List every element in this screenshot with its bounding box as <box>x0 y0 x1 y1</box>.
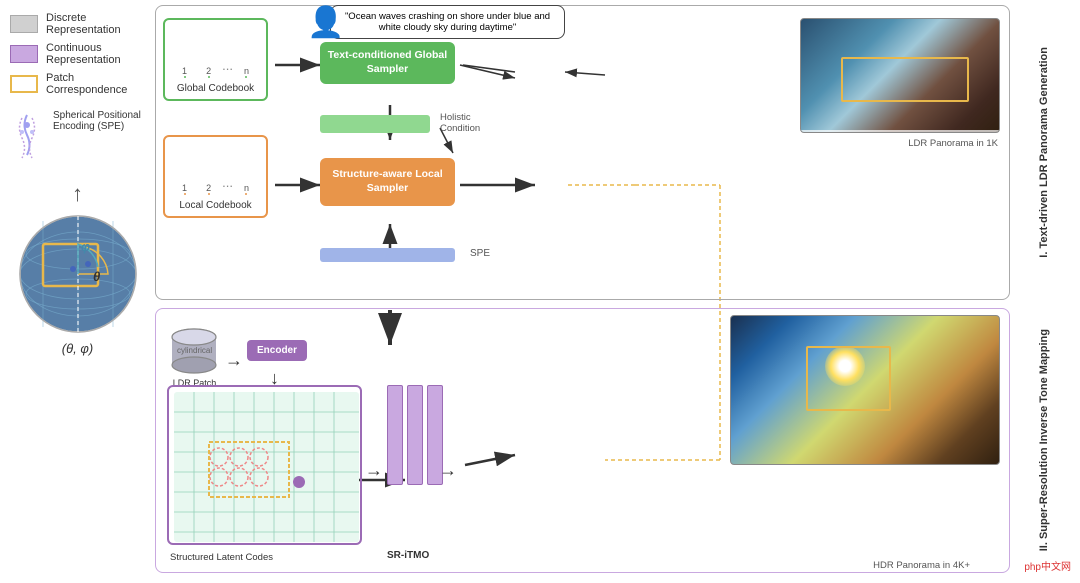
svg-text:cylindrical: cylindrical <box>177 346 212 355</box>
ldr-panorama-label: LDR Panorama in 1K <box>908 138 998 149</box>
legend-discrete: Discrete Representation <box>10 12 145 36</box>
latent-to-sritmo-arrow: → <box>365 460 383 481</box>
dots-green: ... <box>222 58 233 78</box>
bar1-green <box>184 76 186 78</box>
dots-orange: ... <box>222 175 233 195</box>
sritmo-bar-2 <box>407 385 423 485</box>
local-sampler-label: Structure-aware Local Sampler <box>320 168 455 195</box>
bar2-label: 2 <box>206 66 211 76</box>
spe-wave-icon <box>10 110 45 160</box>
sritmo-label: SR-iTMO <box>387 550 429 561</box>
obarn-wrapper: n <box>236 183 257 195</box>
legend-panel: Discrete Representation Continuous Repre… <box>0 0 155 583</box>
ldr-panorama-sublabel <box>801 130 999 132</box>
holistic-label: Holistic Condition <box>440 112 480 134</box>
local-sampler-box: Structure-aware Local Sampler <box>320 158 455 206</box>
ldr-panorama <box>800 18 1000 133</box>
diagram-area: I. Text-driven LDR Panorama Generation 1… <box>155 0 1080 583</box>
discrete-label: Discrete Representation <box>46 12 121 36</box>
speech-bubble: "Ocean waves crashing on shore under blu… <box>330 5 565 39</box>
encoder-box: Encoder <box>247 340 307 361</box>
barn-label: n <box>244 66 249 76</box>
obar1 <box>184 193 186 195</box>
globe-svg: θ φ <box>13 209 143 339</box>
sritmo-bar-1 <box>387 385 403 485</box>
continuous-box <box>10 45 38 63</box>
sritmo-to-hdr-arrow: → <box>439 460 457 481</box>
obarn <box>245 193 247 195</box>
structured-latent-label: Structured Latent Codes <box>170 552 273 563</box>
holistic-bar <box>320 115 430 133</box>
obar2 <box>208 193 210 195</box>
codebook-bars-green: 1 2 ... n <box>170 25 261 80</box>
bar2-wrapper: 2 <box>198 66 219 78</box>
legend-patch: Patch Correspondence <box>10 72 145 96</box>
text-sampler-box: Text-conditioned Global Sampler <box>320 42 455 84</box>
speech-bubble-text: "Ocean waves crashing on shore under blu… <box>345 11 550 33</box>
obar1-label: 1 <box>182 183 187 193</box>
spe-bar <box>320 248 455 262</box>
bar1-wrapper: 1 <box>174 66 195 78</box>
bar2-green <box>208 76 210 78</box>
local-codebook: 1 2 ... n Local Codebook <box>163 135 268 218</box>
person-icon: 👤 <box>307 5 344 40</box>
text-sampler-label: Text-conditioned Global Sampler <box>320 49 455 76</box>
patch-label: Patch Correspondence <box>46 72 127 96</box>
encoder-label: Encoder <box>257 345 297 356</box>
obar2-label: 2 <box>206 183 211 193</box>
spe-label-main: SPE <box>470 248 490 259</box>
legend-continuous: Continuous Representation <box>10 42 145 66</box>
patch-box <box>10 75 38 93</box>
barn-green <box>245 76 247 78</box>
globe-section: ↑ <box>10 181 145 571</box>
svg-text:θ: θ <box>93 269 100 284</box>
main-container: Discrete Representation Continuous Repre… <box>0 0 1080 583</box>
coords-label: (θ, φ) <box>62 341 93 356</box>
legend-spe: Spherical Positional Encoding (SPE) <box>10 110 145 160</box>
top-section-label: I. Text-driven LDR Panorama Generation <box>1037 47 1052 258</box>
hdr-panorama-label: HDR Panorama in 4K+ <box>873 560 970 571</box>
global-codebook: 1 2 ... n Global Codebook <box>163 18 268 101</box>
bottom-section-label: II. Super-Resolution Inverse Tone Mappin… <box>1037 329 1052 551</box>
svg-text:φ: φ <box>81 239 90 254</box>
ldr-patch-section: cylindrical LDR Patch <box>167 325 222 388</box>
structured-latent-box <box>167 385 362 545</box>
discrete-box <box>10 15 38 33</box>
local-codebook-label: Local Codebook <box>170 200 261 211</box>
codebook-bars-orange: 1 2 ... n <box>170 142 261 197</box>
sritmo-bars <box>387 375 443 485</box>
bottom-section-label-container: II. Super-Resolution Inverse Tone Mappin… <box>1010 308 1080 573</box>
patch-to-encoder-arrow: → <box>225 350 243 371</box>
obar2-wrapper: 2 <box>198 183 219 195</box>
continuous-label: Continuous Representation <box>46 42 121 66</box>
top-section-label-container: I. Text-driven LDR Panorama Generation <box>1010 5 1080 300</box>
up-arrow-icon: ↑ <box>72 181 83 207</box>
obar1-wrapper: 1 <box>174 183 195 195</box>
hdr-panorama <box>730 315 1000 465</box>
yellow-box-hdr <box>806 346 891 411</box>
barn-wrapper: n <box>236 66 257 78</box>
yellow-box-ldr <box>841 57 970 102</box>
bar1-label: 1 <box>182 66 187 76</box>
latent-grid-svg <box>169 387 362 545</box>
ldr-patch-icon: cylindrical <box>167 325 222 375</box>
watermark: php中文网 <box>1020 556 1075 575</box>
spe-label: Spherical Positional Encoding (SPE) <box>53 110 141 132</box>
global-codebook-label: Global Codebook <box>170 83 261 94</box>
obarn-label: n <box>244 183 249 193</box>
